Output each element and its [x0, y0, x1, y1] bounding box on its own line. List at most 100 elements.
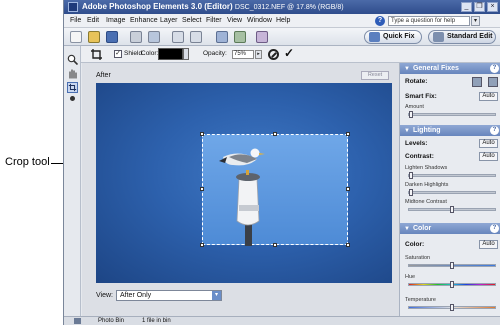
help-icon[interactable]: ? [490, 64, 499, 73]
standard-edit-button[interactable]: Standard Edit [428, 30, 496, 44]
menu-view[interactable]: View [227, 17, 242, 24]
photo-canvas[interactable] [96, 83, 392, 283]
document-name: DSC_0312.NEF @ 17.8% (RGB/8) [234, 4, 344, 11]
crop-handle-top-left[interactable] [200, 132, 204, 136]
save-icon[interactable] [106, 31, 118, 43]
crop-selection[interactable] [202, 134, 348, 246]
rotate-right-icon[interactable] [488, 77, 498, 87]
shield-color-swatch[interactable] [158, 48, 183, 60]
lighting-header[interactable]: ▼ Lighting ? [400, 125, 500, 136]
bin-count: 1 file in bin [142, 318, 171, 324]
midtone-contrast-slider[interactable] [408, 206, 496, 213]
darken-highlights-slider[interactable] [408, 189, 496, 196]
crop-handle-top[interactable] [273, 132, 277, 136]
opacity-label: Opacity: [203, 50, 227, 57]
saturation-label: Saturation [405, 255, 431, 261]
darken-highlights-thumb[interactable] [409, 189, 413, 196]
undo-icon[interactable] [172, 31, 184, 43]
temperature-thumb[interactable] [450, 304, 454, 311]
menu-enhance[interactable]: Enhance [130, 17, 158, 24]
lighten-shadows-thumb[interactable] [409, 172, 413, 179]
help-search-input[interactable]: Type a question for help [388, 16, 470, 26]
help-icon[interactable]: ? [375, 16, 385, 26]
color-auto-button[interactable]: Auto [479, 240, 498, 249]
color-auto-label: Color: [405, 241, 425, 248]
restore-button[interactable]: ❐ [474, 2, 485, 12]
opacity-input[interactable]: 75% [232, 50, 254, 59]
reset-button[interactable]: Reset [361, 71, 389, 80]
date-view-icon[interactable] [234, 31, 246, 43]
lighting-title: Lighting [412, 127, 441, 134]
print-icon[interactable] [130, 31, 142, 43]
hand-icon[interactable] [67, 68, 78, 79]
color-title: Color [412, 225, 432, 232]
amount-label: Amount [405, 104, 424, 110]
menu-image[interactable]: Image [106, 17, 125, 24]
midtone-contrast-thumb[interactable] [450, 206, 454, 213]
darken-highlights-label: Darken Highlights [405, 182, 449, 188]
minimize-button[interactable]: _ [461, 2, 472, 12]
saturation-slider[interactable] [408, 262, 496, 269]
help-icon[interactable]: ? [490, 126, 499, 135]
crop-handle-bottom[interactable] [273, 243, 277, 247]
window-title-text: Adobe Photoshop Elements 3.0 (Editor) [82, 2, 233, 11]
canvas-area: After Reset View: After Only ▾ [82, 63, 399, 317]
photo-bin-label[interactable]: Photo Bin [98, 318, 124, 324]
menu-select[interactable]: Select [182, 17, 201, 24]
redo-icon[interactable] [190, 31, 202, 43]
contrast-auto-button[interactable]: Auto [479, 152, 498, 161]
crop-handle-top-right[interactable] [346, 132, 350, 136]
crop-tool-icon[interactable] [67, 82, 78, 93]
crop-icon[interactable] [91, 49, 102, 60]
color-label: Color: [141, 50, 159, 57]
opacity-arrow[interactable]: ▸ [255, 50, 262, 59]
crop-handle-right[interactable] [346, 187, 350, 191]
menu-filter[interactable]: Filter [206, 17, 222, 24]
rotate-left-icon[interactable] [472, 77, 482, 87]
quick-fix-label: Quick Fix [383, 33, 415, 40]
lighten-shadows-slider[interactable] [408, 172, 496, 179]
color-header[interactable]: ▼ Color ? [400, 223, 500, 234]
color-swatch-arrow[interactable] [183, 48, 189, 60]
menu-edit[interactable]: Edit [87, 17, 99, 24]
crop-handle-bottom-left[interactable] [200, 243, 204, 247]
levels-auto-button[interactable]: Auto [479, 139, 498, 148]
chevron-down-icon[interactable]: ▾ [212, 291, 221, 300]
menu-layer[interactable]: Layer [160, 17, 178, 24]
help-icon[interactable]: ? [490, 224, 499, 233]
window-controls: _ ❐ × [461, 2, 498, 12]
commit-icon[interactable]: ✓ [284, 46, 294, 60]
saturation-thumb[interactable] [450, 262, 454, 269]
hue-slider[interactable] [408, 281, 496, 288]
amount-slider[interactable] [408, 111, 496, 118]
menu-file[interactable]: File [70, 17, 81, 24]
help-dropdown-arrow[interactable]: ▾ [471, 16, 480, 26]
open-file-icon[interactable] [88, 31, 100, 43]
amount-slider-thumb[interactable] [409, 111, 413, 118]
create-icon[interactable] [256, 31, 268, 43]
general-fixes-header[interactable]: ▼ General Fixes ? [400, 63, 500, 74]
new-file-icon[interactable] [70, 31, 82, 43]
menu-help[interactable]: Help [276, 17, 290, 24]
tool-options-bar: ✓ Shield Color: Opacity: 75% ▸ ✓ [81, 46, 500, 63]
temperature-slider[interactable] [408, 304, 496, 311]
status-bar: Photo Bin 1 file in bin [64, 316, 500, 325]
email-icon[interactable] [148, 31, 160, 43]
smart-fix-auto-button[interactable]: Auto [479, 92, 498, 101]
quick-fix-button[interactable]: Quick Fix [364, 30, 422, 44]
standard-edit-icon [433, 32, 444, 42]
menu-window[interactable]: Window [247, 17, 272, 24]
crop-handle-bottom-right[interactable] [346, 243, 350, 247]
levels-label: Levels: [405, 140, 428, 147]
photo-browser-icon[interactable] [216, 31, 228, 43]
close-button[interactable]: × [487, 2, 498, 12]
collapse-triangle-icon: ▼ [404, 128, 410, 134]
color-swatch-dot[interactable] [70, 96, 75, 101]
cancel-icon[interactable] [268, 49, 279, 60]
crop-handle-left[interactable] [200, 187, 204, 191]
hue-thumb[interactable] [450, 281, 454, 288]
zoom-icon[interactable] [67, 54, 78, 65]
shield-checkbox[interactable]: ✓ [114, 50, 122, 58]
view-select[interactable]: After Only ▾ [116, 290, 222, 301]
photo-bin-icon[interactable] [74, 318, 81, 324]
